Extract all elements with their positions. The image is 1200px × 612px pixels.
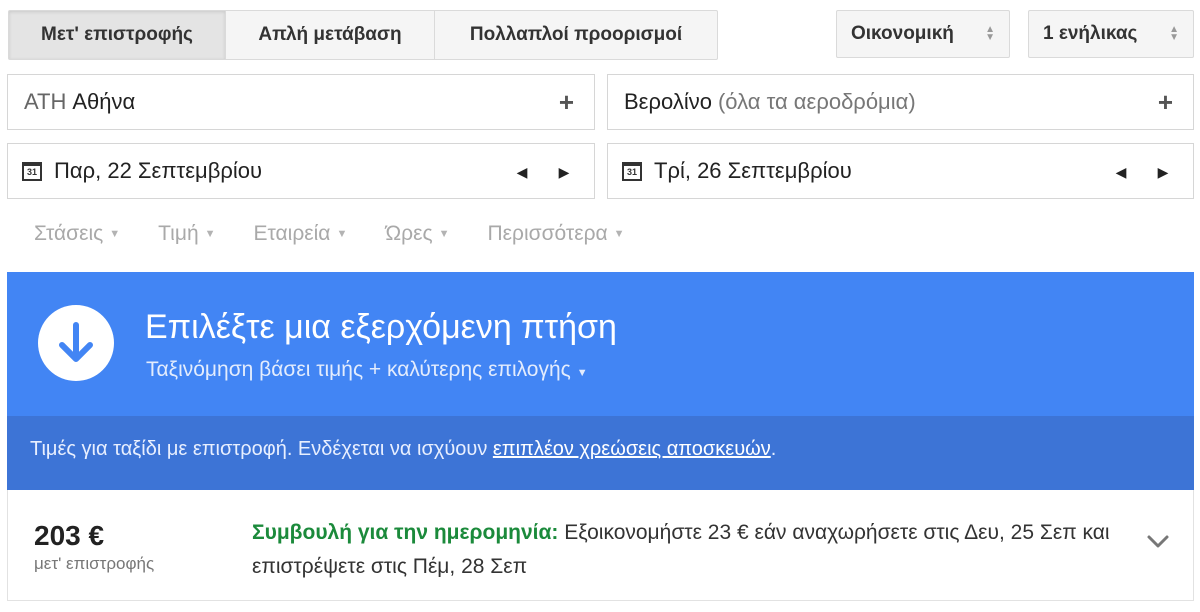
next-day-icon[interactable]: ▶ <box>554 162 574 182</box>
chevron-down-icon[interactable] <box>1143 526 1173 556</box>
notice-text: Τιμές για ταξίδι με επιστροφή. Ενδέχεται… <box>30 438 493 460</box>
filter-more[interactable]: Περισσότερα ▼ <box>487 222 624 246</box>
up-down-arrows-icon: ▲ ▼ <box>985 24 995 43</box>
add-destination-icon[interactable]: + <box>1158 87 1173 117</box>
tab-round-trip[interactable]: Μετ' επιστροφής <box>8 10 226 60</box>
price: 203 € <box>34 520 105 551</box>
previous-day-icon[interactable]: ◀ <box>512 162 532 182</box>
notice-end: . <box>770 438 777 460</box>
caret-down-icon: ▼ <box>576 367 588 379</box>
price-subtitle: μετ' επιστροφής <box>34 554 155 573</box>
departure-date: Παρ, 22 Σεπτεμβρίου <box>54 158 263 183</box>
baggage-fees-link[interactable]: επιπλέον χρεώσεις αποσκευών <box>493 438 771 460</box>
sort-dropdown[interactable]: Ταξινόμηση βάσει τιμής + καλύτερης επιλο… <box>146 358 588 382</box>
passengers-value: 1 ενήλικας <box>1043 23 1138 44</box>
origin-city: Αθήνα <box>72 89 136 114</box>
price-notice: Τιμές για ταξίδι με επιστροφή. Ενδέχεται… <box>7 416 1194 490</box>
banner-title: Επιλέξτε μια εξερχόμενη πτήση <box>145 308 617 346</box>
price-tip-card: 203 € μετ' επιστροφής Συμβουλή για την η… <box>7 490 1194 601</box>
return-date: Τρί, 26 Σεπτεμβρίου <box>654 158 852 183</box>
return-date-field[interactable]: 31 Τρί, 26 Σεπτεμβρίου ◀ ▶ <box>607 143 1194 199</box>
arrow-down-circle-icon <box>38 305 114 381</box>
tab-multi-city[interactable]: Πολλαπλοί προορισμοί <box>435 10 718 60</box>
add-origin-icon[interactable]: + <box>559 87 574 117</box>
calendar-icon: 31 <box>22 161 42 181</box>
filter-stops[interactable]: Στάσεις ▼ <box>34 222 120 246</box>
cabin-class-value: Οικονομική <box>851 23 954 44</box>
destination-hint: (όλα τα αεροδρόμια) <box>717 89 916 114</box>
calendar-icon: 31 <box>622 161 642 181</box>
caret-down-icon: ▼ <box>336 228 348 240</box>
sort-label: Ταξινόμηση βάσει τιμής + καλύτερης επιλο… <box>146 358 571 381</box>
destination-field[interactable]: Βερολίνο (όλα τα αεροδρόμια) + <box>607 74 1194 130</box>
origin-code: ΑΤΗ <box>24 89 67 114</box>
tab-one-way[interactable]: Απλή μετάβαση <box>226 10 435 60</box>
up-down-arrows-icon: ▲ ▼ <box>1169 24 1179 43</box>
trip-type-tabs: Μετ' επιστροφής Απλή μετάβαση Πολλαπλοί … <box>8 10 718 60</box>
filter-airline[interactable]: Εταιρεία ▼ <box>254 222 348 246</box>
cabin-class-select[interactable]: Οικονομική ▲ ▼ <box>836 10 1010 58</box>
origin-field[interactable]: ΑΤΗ Αθήνα + <box>7 74 595 130</box>
previous-day-icon[interactable]: ◀ <box>1111 162 1131 182</box>
caret-down-icon: ▼ <box>204 228 216 240</box>
caret-down-icon: ▼ <box>438 228 450 240</box>
caret-down-icon: ▼ <box>613 228 625 240</box>
caret-down-icon: ▼ <box>109 228 121 240</box>
departure-date-field[interactable]: 31 Παρ, 22 Σεπτεμβρίου ◀ ▶ <box>7 143 595 199</box>
filter-price[interactable]: Τιμή ▼ <box>158 222 215 246</box>
select-flight-banner: Επιλέξτε μια εξερχόμενη πτήση Ταξινόμηση… <box>7 272 1194 416</box>
filter-times[interactable]: Ώρες ▼ <box>385 222 449 246</box>
passengers-select[interactable]: 1 ενήλικας ▲ ▼ <box>1028 10 1194 58</box>
next-day-icon[interactable]: ▶ <box>1153 162 1173 182</box>
filter-bar: Στάσεις ▼ Τιμή ▼ Εταιρεία ▼ Ώρες ▼ Περισσότε… <box>34 222 663 246</box>
date-tip: Συμβουλή για την ημερομηνία: Εξοικονομήσ… <box>252 516 1132 584</box>
destination-city: Βερολίνο <box>624 89 712 114</box>
tip-label: Συμβουλή για την ημερομηνία: <box>252 521 559 544</box>
